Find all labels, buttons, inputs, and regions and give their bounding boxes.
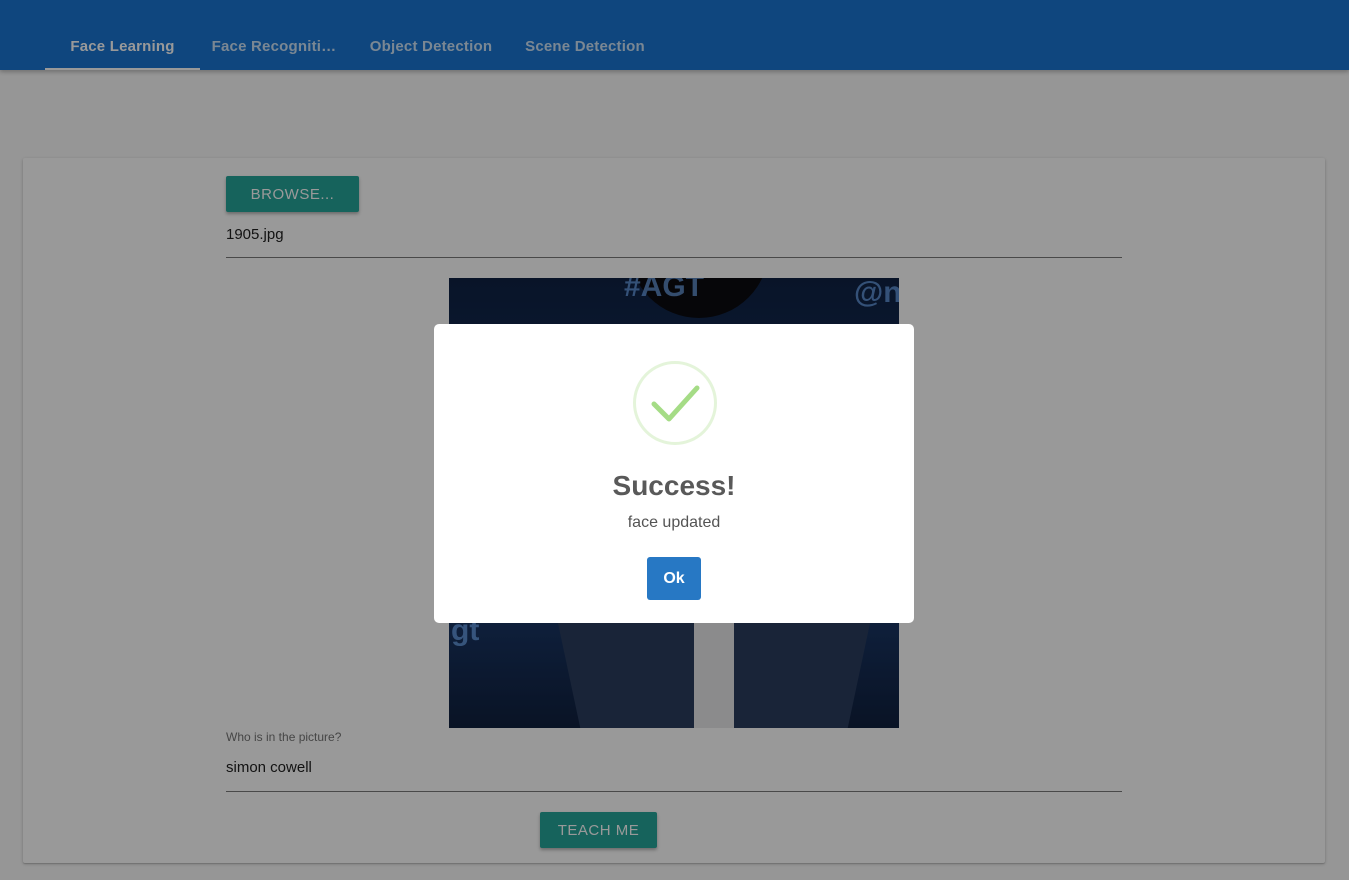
app-page: Face Learning Face Recogniti… Object Det… (0, 0, 1349, 880)
dialog-message: face updated (627, 514, 721, 531)
success-dialog: Success! face updated Ok (434, 324, 914, 623)
dialog-title: Success! (612, 470, 736, 501)
success-check-icon (633, 361, 717, 445)
ok-button[interactable]: Ok (647, 557, 701, 600)
checkmark-icon (651, 385, 700, 422)
